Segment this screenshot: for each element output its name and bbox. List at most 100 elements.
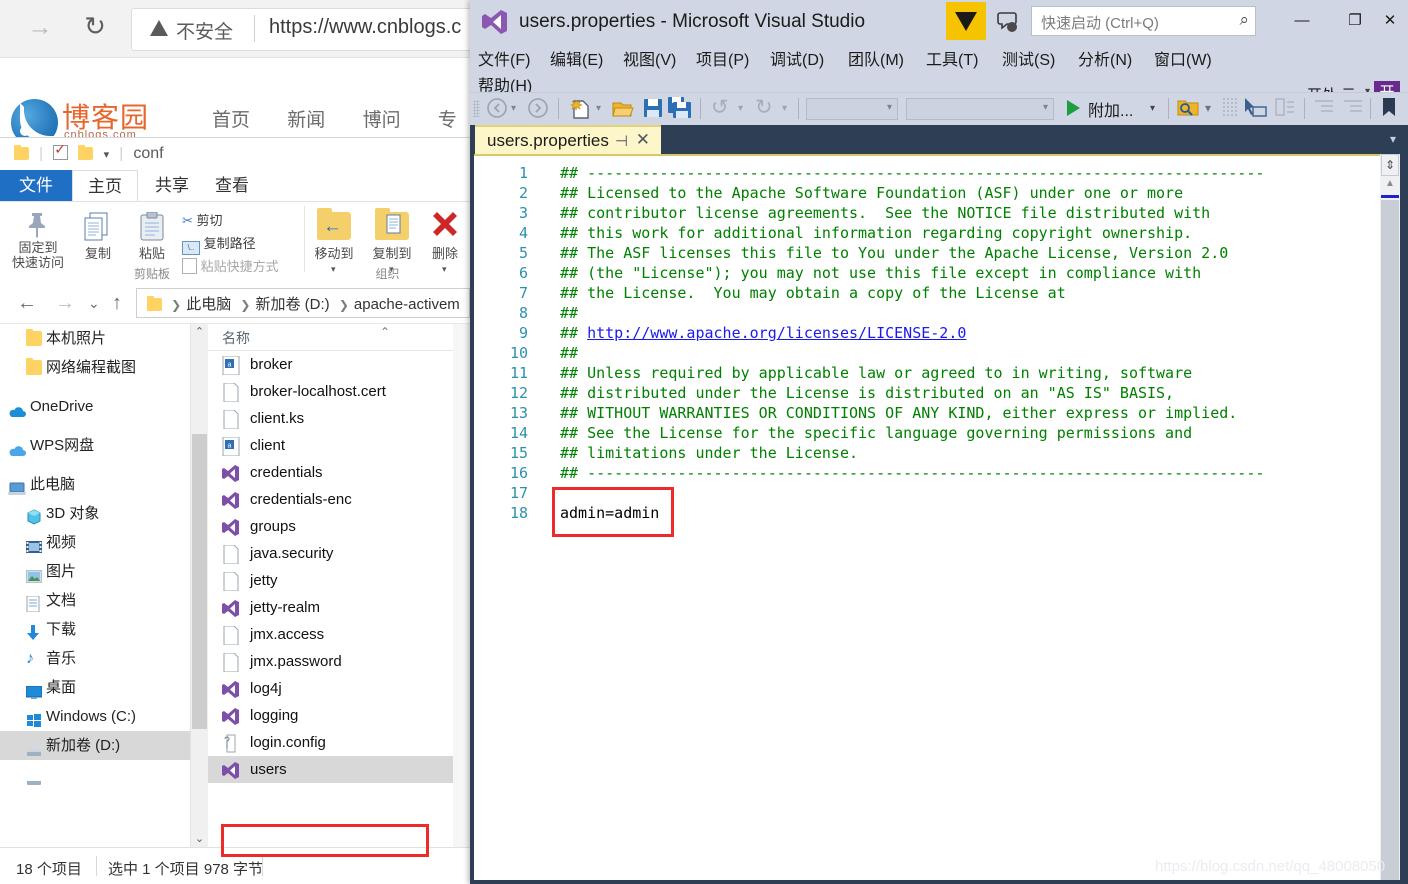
properties-check-icon[interactable]: [53, 141, 69, 160]
forward-arrow-icon[interactable]: →: [26, 13, 54, 41]
save-all-icon[interactable]: [668, 97, 692, 122]
list-item[interactable]: credentials: [208, 459, 453, 486]
list-item[interactable]: client.ks: [208, 405, 453, 432]
nav-back-icon[interactable]: [486, 97, 508, 122]
open-folder-icon[interactable]: [611, 97, 635, 122]
sidebar-item-windows-c[interactable]: Windows (C:): [0, 702, 190, 731]
sidebar-item-desktop[interactable]: 桌面: [0, 673, 190, 702]
chevron-down-icon[interactable]: ▾: [1390, 132, 1396, 146]
new-item-icon[interactable]: [569, 97, 593, 122]
reload-icon[interactable]: ↻: [80, 11, 110, 41]
sidebar-item-onedrive[interactable]: OneDrive: [0, 392, 190, 421]
list-item[interactable]: jetty: [208, 567, 453, 594]
breadcrumb-apache[interactable]: apache-activem: [354, 296, 460, 313]
scroll-up-icon[interactable]: ▲: [1381, 178, 1399, 194]
breadcrumb-this-pc[interactable]: 此电脑: [186, 296, 231, 313]
scrollbar-thumb[interactable]: [1381, 200, 1399, 880]
tab-home[interactable]: 主页: [72, 170, 138, 201]
scroll-down-icon[interactable]: ⌄: [191, 831, 208, 848]
redo-icon[interactable]: ↻: [755, 97, 775, 122]
sidebar-item-documents[interactable]: 文档: [0, 586, 190, 615]
maximize-button[interactable]: ❐: [1338, 8, 1372, 34]
nav-forward-icon[interactable]: [527, 97, 549, 122]
back-arrow-icon[interactable]: ←: [17, 292, 37, 315]
menu-window[interactable]: 窗口(W): [1154, 46, 1212, 70]
sidebar-item-3d-objects[interactable]: 3D 对象: [0, 499, 190, 528]
list-item[interactable]: broker-localhost.cert: [208, 378, 453, 405]
cut-command[interactable]: ✂ 剪切: [182, 210, 223, 229]
new-folder-icon[interactable]: [78, 145, 94, 160]
quick-launch-input[interactable]: 快速启动 (Ctrl+Q) ⌕: [1031, 6, 1256, 36]
list-item[interactable]: users: [208, 756, 453, 783]
toolbar-grip[interactable]: [473, 100, 480, 117]
list-item[interactable]: jmx.password: [208, 648, 453, 675]
sidebar-item-pictures[interactable]: 图片: [0, 557, 190, 586]
attach-button[interactable]: 附加...: [1088, 97, 1133, 122]
menu-test[interactable]: 测试(S): [1002, 46, 1055, 70]
copy-path-command[interactable]: \.. 复制路径: [182, 233, 256, 255]
close-icon[interactable]: ✕: [636, 130, 650, 150]
menu-edit[interactable]: 编辑(E): [550, 46, 603, 70]
file-list-scrollbar[interactable]: [453, 324, 470, 848]
tab-users-properties[interactable]: users.properties ⊣ ✕: [475, 125, 661, 156]
list-item[interactable]: groups: [208, 513, 453, 540]
solution-config-combo[interactable]: ▾: [806, 98, 898, 120]
sidebar-item-wps-cloud[interactable]: WPS网盘: [0, 431, 190, 460]
tab-view[interactable]: 查看: [204, 170, 260, 201]
menu-project[interactable]: 项目(P): [696, 46, 749, 70]
list-item[interactable]: credentials-enc: [208, 486, 453, 513]
feedback-smiley-icon[interactable]: [996, 10, 1022, 34]
forward-arrow-icon[interactable]: →: [55, 292, 75, 315]
close-button[interactable]: ✕: [1373, 8, 1407, 34]
split-view-button[interactable]: ⇕: [1381, 154, 1399, 176]
tree-scrollbar[interactable]: ⌃ ⌄: [190, 324, 208, 848]
menu-view[interactable]: 视图(V): [623, 46, 676, 70]
menu-file[interactable]: 文件(F): [478, 46, 530, 70]
list-item[interactable]: java.security: [208, 540, 453, 567]
bookmark-icon[interactable]: [1380, 97, 1398, 122]
list-item[interactable]: a broker: [208, 351, 453, 378]
magnifier-icon[interactable]: ⌕: [1239, 10, 1249, 30]
up-arrow-icon[interactable]: ↑: [112, 292, 122, 315]
select-pointer-icon[interactable]: [1242, 97, 1268, 122]
find-dropdown-icon[interactable]: ▾: [1205, 101, 1211, 126]
list-item[interactable]: a client: [208, 432, 453, 459]
tab-share[interactable]: 共享: [144, 170, 200, 201]
sidebar-item-new-volume-d[interactable]: 新加卷 (D:): [0, 731, 190, 760]
menu-debug[interactable]: 调试(D): [770, 46, 824, 70]
scrollbar-thumb[interactable]: [192, 434, 207, 729]
minimize-button[interactable]: —: [1285, 8, 1319, 34]
tab-file[interactable]: 文件: [0, 170, 72, 201]
sidebar-item-downloads[interactable]: 下载: [0, 615, 190, 644]
menu-team[interactable]: 团队(M): [848, 46, 904, 70]
list-item[interactable]: log4j: [208, 675, 453, 702]
editor-vertical-scrollbar[interactable]: ⇕ ▲: [1380, 154, 1400, 880]
list-item[interactable]: logging: [208, 702, 453, 729]
menu-analyze[interactable]: 分析(N): [1078, 46, 1132, 70]
list-item[interactable]: jmx.access: [208, 621, 453, 648]
undo-icon[interactable]: ↺: [711, 97, 731, 122]
pin-icon[interactable]: ⊣: [615, 132, 628, 150]
solution-platform-combo[interactable]: ▾: [906, 98, 1054, 120]
chevron-down-icon[interactable]: ▾: [104, 149, 110, 161]
scroll-up-icon[interactable]: ⌃: [191, 324, 208, 341]
nav-item-news[interactable]: 新闻: [287, 110, 325, 131]
license-url-link[interactable]: http://www.apache.org/licenses/LICENSE-2…: [587, 324, 966, 342]
address-input[interactable]: ❯ 此电脑 ❯ 新加卷 (D:) ❯ apache-activem: [136, 288, 470, 318]
sidebar-item-music[interactable]: ♪ 音乐: [0, 644, 190, 673]
nav-item-qa[interactable]: 博问: [363, 110, 401, 131]
address-bar[interactable]: 不安全 https://www.cnblogs.c: [131, 8, 470, 51]
chevron-down-icon[interactable]: ⌄: [88, 295, 100, 312]
menu-tools[interactable]: 工具(T): [926, 46, 978, 70]
find-in-files-icon[interactable]: [1176, 97, 1200, 122]
sidebar-item-local-photos[interactable]: 本机照片: [0, 324, 190, 353]
list-item[interactable]: login.config: [208, 729, 453, 756]
list-item[interactable]: jetty-realm: [208, 594, 453, 621]
column-header-name[interactable]: 名称: [222, 328, 250, 348]
play-green-icon[interactable]: [1064, 99, 1082, 124]
sidebar-item-network-screenshots[interactable]: 网络编程截图: [0, 353, 190, 382]
nav-item-home[interactable]: 首页: [212, 110, 250, 131]
sidebar-item-this-pc[interactable]: 此电脑: [0, 470, 190, 499]
sidebar-item-partial[interactable]: [0, 760, 190, 789]
notification-flag-icon[interactable]: [946, 2, 986, 40]
